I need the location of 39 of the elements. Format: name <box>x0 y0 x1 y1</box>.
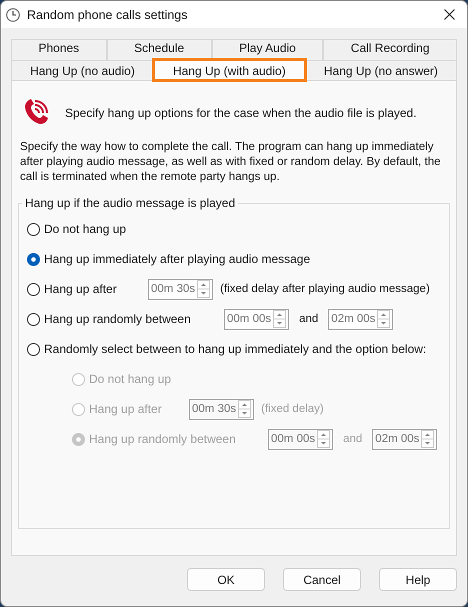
description-text: Specify the way how to complete the call. The program can hang up immediately after playing audio message, as well as with fixed or random delay. By default, the call is terminated when the remote party hangs up. <box>20 139 442 184</box>
group-title: Hang up if the audio message is played <box>24 196 236 210</box>
tab[interactable]: Hang Up (with audio) <box>154 60 305 80</box>
and-label: and <box>299 313 318 325</box>
and-label: and <box>343 433 362 445</box>
header-text: Specify hang up options for the case when the audio file is played. <box>65 106 417 120</box>
radio-button[interactable] <box>27 312 40 326</box>
radio-button[interactable] <box>27 252 40 266</box>
spin-arrows-icon[interactable] <box>421 430 434 448</box>
time-spinner[interactable]: 02m 00s <box>328 308 394 330</box>
radio-button[interactable] <box>27 342 40 356</box>
clock-icon <box>6 8 20 22</box>
tab[interactable]: Hang Up (no audio) <box>11 60 154 80</box>
spin-arrows-icon[interactable] <box>197 280 210 298</box>
dialog-button[interactable]: Cancel <box>283 568 361 591</box>
tab[interactable]: Call Recording <box>323 39 457 60</box>
tab[interactable]: Phones <box>11 39 107 60</box>
close-icon <box>444 9 454 20</box>
tab[interactable]: Hang Up (no answer) <box>304 60 457 80</box>
tab[interactable]: Play Audio <box>212 39 324 60</box>
option-label[interactable]: Randomly select between to hang up immediately and the option below: <box>44 342 426 356</box>
option-label[interactable]: Do not hang up <box>44 222 126 236</box>
time-spinner[interactable]: 00m 00s <box>224 308 290 330</box>
radio-button[interactable] <box>27 282 40 296</box>
option-label[interactable]: Hang up after <box>44 282 144 296</box>
delay-note: (fixed delay) <box>261 403 324 415</box>
delay-note: (fixed delay after playing audio message) <box>220 283 430 295</box>
spin-arrows-icon[interactable] <box>377 310 390 328</box>
option-label[interactable]: Hang up immediately after playing audio message <box>44 252 310 266</box>
option-label[interactable]: Hang up randomly between <box>44 312 220 326</box>
radio-button[interactable] <box>27 222 40 236</box>
tab[interactable]: Schedule <box>106 39 212 60</box>
dialog-button[interactable]: OK <box>187 568 265 591</box>
time-spinner[interactable]: 00m 30s <box>148 278 214 300</box>
dialog-button[interactable]: Help <box>379 568 457 591</box>
window-title: Random phone calls settings <box>27 8 189 22</box>
spin-arrows-icon[interactable] <box>317 430 330 448</box>
spin-arrows-icon[interactable] <box>238 400 252 418</box>
spin-arrows-icon[interactable] <box>273 310 286 328</box>
